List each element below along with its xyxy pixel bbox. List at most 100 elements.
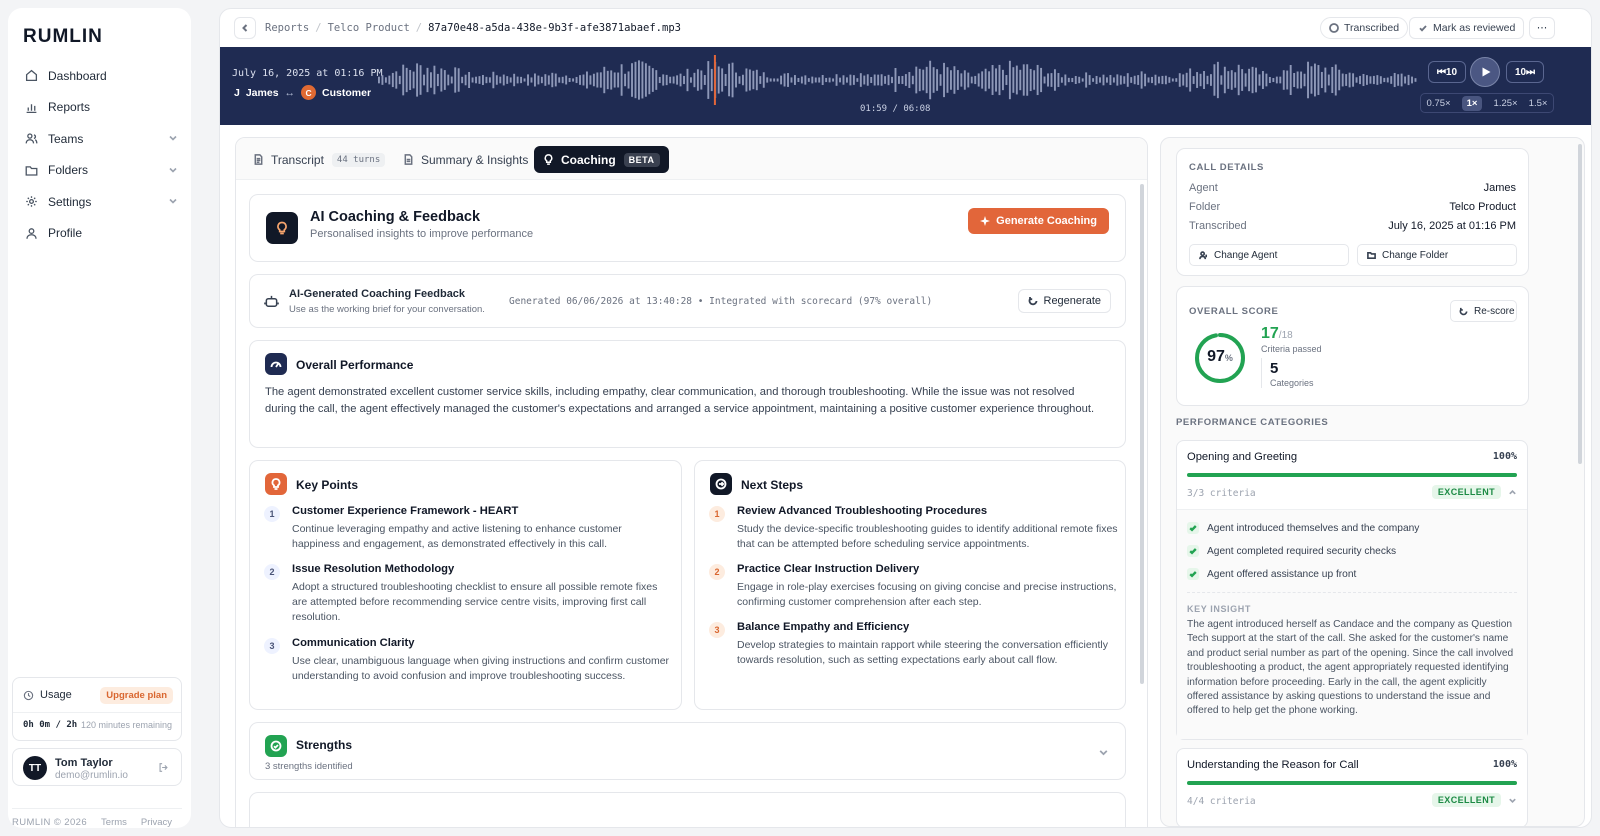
waveform-bar — [1331, 66, 1334, 94]
sidebar-item-reports[interactable]: Reports — [16, 92, 184, 124]
waveform-bar — [894, 68, 897, 92]
audio-player: July 16, 2025 at 01:16 PM J James ↔ C Cu… — [220, 47, 1591, 125]
waveform-bar — [783, 73, 786, 87]
waveform-bar — [586, 71, 588, 89]
tab-summary[interactable]: Summary & Insights — [394, 146, 537, 173]
forward-button[interactable]: 10⏭ — [1506, 61, 1544, 83]
waveform-bar — [1144, 73, 1147, 87]
waveform-bar — [447, 74, 450, 86]
waveform-bar — [908, 72, 911, 88]
rescore-button[interactable]: Re-score — [1450, 300, 1517, 322]
sidebar-item-profile[interactable]: Profile — [16, 218, 184, 250]
waveform-bar — [1029, 68, 1032, 92]
tab-coaching[interactable]: Coaching BETA — [534, 146, 669, 173]
logo[interactable]: RUMLIN — [23, 26, 103, 48]
sidebar-item-settings[interactable]: Settings — [16, 186, 184, 218]
play-button[interactable] — [1470, 57, 1500, 87]
chevron-down-icon[interactable] — [168, 165, 178, 175]
waveform-bar — [1005, 75, 1008, 85]
chevron-down-icon[interactable] — [1098, 747, 1109, 758]
key-insight-text: The agent introduced herself as Candace … — [1187, 619, 1514, 717]
waveform-bar — [1033, 70, 1036, 90]
score-unit: % — [1224, 353, 1233, 363]
regenerate-button[interactable]: Regenerate — [1017, 289, 1111, 313]
strengths-card[interactable]: Strengths 3 strengths identified — [249, 722, 1126, 780]
waveform-bar — [887, 74, 890, 86]
waveform-bar — [1147, 77, 1150, 83]
waveform-bar — [1237, 64, 1240, 96]
breadcrumb-reports[interactable]: Reports — [265, 22, 309, 34]
waveform-bar — [537, 75, 540, 85]
chevron-down-icon[interactable] — [168, 196, 178, 206]
categories-count: 5 — [1270, 360, 1279, 377]
mark-reviewed-button[interactable]: Mark as reviewed — [1409, 17, 1525, 39]
sidebar-item-label: Settings — [48, 194, 92, 209]
turns-chip: 44 turns — [331, 152, 386, 167]
waveform-bar — [1015, 65, 1018, 95]
change-agent-button[interactable]: Change Agent — [1189, 244, 1349, 266]
waveform-bar — [658, 76, 661, 84]
waveform-bar — [502, 74, 505, 86]
generate-coaching-button[interactable]: Generate Coaching — [968, 208, 1109, 234]
waveform-bar — [1220, 75, 1223, 85]
chevron-up-icon[interactable] — [1508, 488, 1517, 497]
speed-option-active[interactable]: 1× — [1461, 95, 1483, 111]
main-panel: Reports / Telco Product / 87a70e48-a5da-… — [219, 8, 1592, 828]
sidebar-item-dashboard[interactable]: Dashboard — [16, 60, 184, 92]
waveform-bar — [1092, 78, 1095, 82]
waveform-bar — [464, 74, 467, 86]
speed-option[interactable]: 1.25× — [1494, 98, 1518, 109]
speed-option[interactable]: 1.5× — [1529, 98, 1548, 109]
waveform-bar — [1296, 71, 1299, 89]
item-number: 2 — [709, 564, 725, 580]
waveform[interactable] — [378, 55, 1418, 105]
waveform-bar — [943, 62, 945, 98]
waveform-bar — [461, 76, 464, 84]
more-options-button[interactable]: ⋯ — [1529, 17, 1555, 39]
waveform-bar — [409, 69, 412, 91]
scrollbar[interactable] — [1140, 184, 1144, 684]
waveform-bar — [1362, 73, 1365, 87]
waveform-bar — [565, 75, 568, 85]
waveform-bar — [1303, 73, 1306, 87]
waveform-bar — [898, 76, 900, 84]
tab-transcript[interactable]: Transcript 44 turns — [244, 146, 394, 173]
waveform-bar — [655, 70, 658, 90]
logout-icon[interactable] — [158, 762, 169, 773]
waveform-bar — [651, 68, 654, 92]
waveform-bar — [1275, 76, 1278, 84]
playhead[interactable] — [713, 55, 716, 105]
waveform-bar — [738, 76, 741, 84]
upgrade-plan-button[interactable]: Upgrade plan — [100, 687, 173, 704]
waveform-bar — [1307, 61, 1309, 99]
sidebar-item-folders[interactable]: Folders — [16, 155, 184, 187]
waveform-bar — [710, 68, 713, 92]
waveform-bar — [970, 76, 973, 84]
waveform-bar — [1310, 66, 1313, 94]
waveform-bar — [471, 77, 474, 83]
waveform-bar — [547, 75, 550, 85]
item-text: Continue leveraging empathy and active l… — [292, 523, 622, 550]
change-folder-button[interactable]: Change Folder — [1357, 244, 1517, 266]
terms-link[interactable]: Terms — [101, 817, 127, 828]
waveform-bar — [870, 76, 873, 84]
waveform-bar — [568, 77, 571, 83]
privacy-link[interactable]: Privacy — [141, 817, 172, 828]
speed-option[interactable]: 0.75× — [1427, 98, 1451, 109]
back-button[interactable] — [234, 17, 256, 39]
rewind-button[interactable]: ⏮10 — [1428, 61, 1466, 83]
breadcrumb-folder[interactable]: Telco Product — [328, 22, 410, 34]
category-opening-greeting[interactable]: Opening and Greeting 100% 3/3 criteria E… — [1176, 440, 1528, 740]
waveform-bar — [589, 75, 592, 85]
category-percent: 100% — [1492, 451, 1517, 462]
user-card[interactable]: TT Tom Taylor demo@rumlin.io — [12, 748, 182, 786]
scrollbar[interactable] — [1578, 144, 1582, 464]
chevron-down-icon[interactable] — [1508, 796, 1517, 805]
waveform-bar — [1268, 76, 1271, 84]
chevron-down-icon[interactable] — [168, 133, 178, 143]
waveform-bar — [804, 75, 807, 85]
sidebar-item-teams[interactable]: Teams — [16, 123, 184, 155]
category-reason-for-call[interactable]: Understanding the Reason for Call 100% 4… — [1176, 748, 1528, 826]
collapsed-section-card[interactable] — [249, 792, 1126, 827]
agent-initial: J — [234, 86, 240, 99]
